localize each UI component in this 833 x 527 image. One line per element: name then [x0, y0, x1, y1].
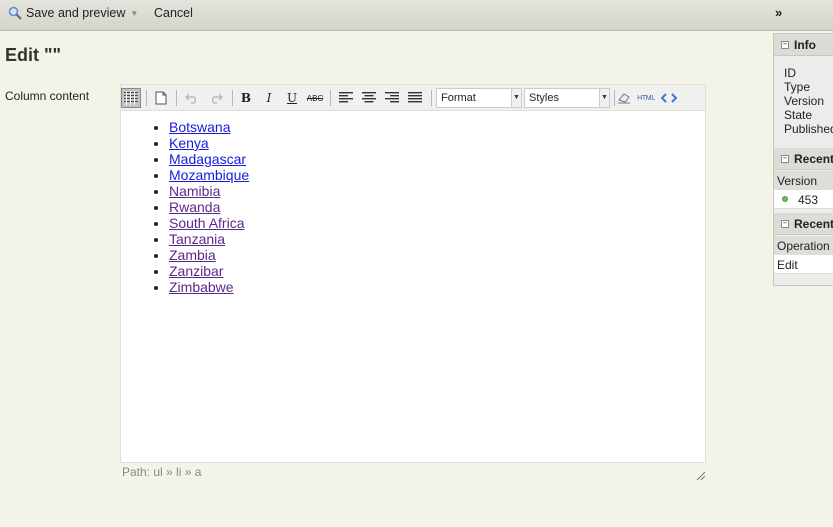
list-item: Namibia [169, 183, 249, 199]
info-field-type: Type [784, 80, 811, 94]
editor-toolbar: B I U ABC Format ▼ Styles ▼ HTML [121, 85, 705, 111]
cancel-button[interactable]: Cancel [154, 4, 193, 22]
align-right-icon[interactable] [382, 88, 402, 108]
kitchen-sink-icon[interactable] [121, 88, 141, 108]
list-link-rwanda[interactable]: Rwanda [169, 199, 220, 215]
info-field-id: ID [784, 66, 796, 80]
italic-icon[interactable]: I [259, 88, 279, 108]
list-item: Zambia [169, 247, 249, 263]
top-toolbar: Save and preview ▼ Cancel » [0, 0, 833, 31]
version-number: 453 [798, 193, 819, 207]
country-list: Botswana Kenya Madagascar Mozambique Nam… [169, 119, 249, 295]
list-link-south-africa[interactable]: South Africa [169, 215, 245, 231]
resize-handle-icon[interactable] [696, 471, 706, 481]
list-item: Zimbabwe [169, 279, 249, 295]
code-icon[interactable] [659, 88, 679, 108]
list-link-zimbabwe[interactable]: Zimbabwe [169, 279, 234, 295]
operation-value: Edit [777, 258, 798, 272]
list-link-mozambique[interactable]: Mozambique [169, 167, 249, 183]
eraser-icon[interactable] [614, 88, 634, 108]
element-path: Path: ul » li » a [122, 465, 202, 479]
html-icon[interactable]: HTML [635, 88, 657, 108]
new-document-icon[interactable] [151, 88, 171, 108]
list-link-namibia[interactable]: Namibia [169, 183, 220, 199]
underline-icon[interactable]: U [282, 88, 302, 108]
info-section-header[interactable]: – Info [774, 34, 833, 56]
list-link-tanzania[interactable]: Tanzania [169, 231, 225, 247]
info-section-title: Info [794, 38, 816, 52]
save-and-preview-label: Save and preview [26, 6, 126, 20]
list-item: Kenya [169, 135, 249, 151]
page-title: Edit "" [5, 45, 62, 65]
collapse-icon[interactable]: – [781, 220, 789, 228]
collapse-icon[interactable]: – [781, 155, 789, 163]
operation-column-label: Operation [777, 239, 830, 253]
chevron-down-icon: ▼ [599, 89, 609, 107]
list-item: Botswana [169, 119, 249, 135]
align-justify-icon[interactable] [405, 88, 425, 108]
format-dropdown[interactable]: Format ▼ [436, 88, 522, 108]
column-content-label: Column content [5, 89, 90, 103]
collapse-panel-button[interactable]: » [775, 4, 782, 22]
editor-content-area[interactable]: Botswana Kenya Madagascar Mozambique Nam… [121, 111, 705, 462]
info-field-published: Published [784, 122, 833, 136]
version-column-label: Version [777, 174, 818, 188]
info-field-version: Version [784, 94, 825, 108]
list-link-zanzibar[interactable]: Zanzibar [169, 263, 223, 279]
info-field-state: State [784, 108, 813, 122]
operation-column-header: Operation [774, 236, 833, 255]
list-item: Rwanda [169, 199, 249, 215]
chevron-down-icon: ▼ [511, 89, 521, 107]
recent-operations-title: Recent [794, 217, 833, 231]
styles-dropdown[interactable]: Styles ▼ [524, 88, 610, 108]
list-link-kenya[interactable]: Kenya [169, 135, 209, 151]
list-link-botswana[interactable]: Botswana [169, 119, 230, 135]
bold-icon[interactable]: B [236, 88, 256, 108]
align-center-icon[interactable] [359, 88, 379, 108]
styles-dropdown-label: Styles [529, 92, 559, 104]
undo-icon[interactable] [182, 88, 202, 108]
collapse-icon[interactable]: – [781, 41, 789, 49]
list-link-zambia[interactable]: Zambia [169, 247, 216, 263]
recent-operations-header[interactable]: – Recent [774, 213, 833, 235]
list-item: South Africa [169, 215, 249, 231]
version-column-header: Version [774, 171, 833, 190]
operation-row[interactable]: Edit [774, 255, 833, 274]
format-dropdown-label: Format [441, 92, 476, 104]
recent-versions-title: Recent [794, 152, 833, 166]
recent-versions-header[interactable]: – Recent [774, 148, 833, 170]
align-left-icon[interactable] [336, 88, 356, 108]
list-item: Madagascar [169, 151, 249, 167]
list-item: Tanzania [169, 231, 249, 247]
rich-text-editor: B I U ABC Format ▼ Styles ▼ HTML • Botsw… [120, 84, 706, 463]
redo-icon[interactable] [206, 88, 226, 108]
list-item: Zanzibar [169, 263, 249, 279]
status-dot-icon [782, 196, 788, 202]
version-row[interactable]: 453 [774, 190, 833, 209]
list-item: Mozambique [169, 167, 249, 183]
strikethrough-icon[interactable]: ABC [305, 88, 325, 108]
side-panel: – Info ID Type Version State Published –… [773, 33, 833, 286]
save-and-preview-button[interactable]: Save and preview ▼ [8, 4, 138, 22]
list-link-madagascar[interactable]: Madagascar [169, 151, 246, 167]
chevron-down-icon[interactable]: ▼ [130, 5, 138, 23]
magnifier-icon [8, 6, 22, 20]
